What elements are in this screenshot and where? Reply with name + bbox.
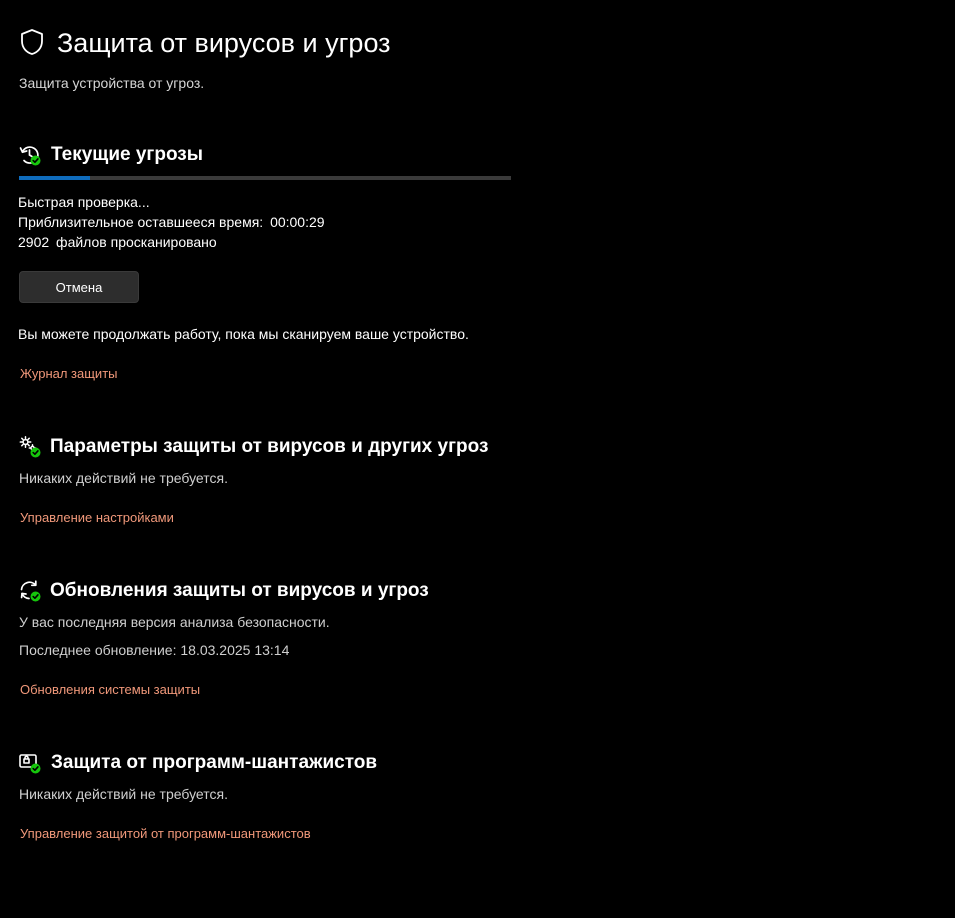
settings-status: Никаких действий не требуется. — [19, 470, 228, 486]
ransomware-section-title: Защита от программ-шантажистов — [51, 752, 378, 773]
gear-check-icon — [19, 436, 41, 458]
scan-progress-fill — [19, 176, 91, 180]
refresh-check-icon — [20, 580, 41, 602]
last-update-text: Последнее обновление: 18.03.2025 13:14 — [19, 642, 290, 658]
history-check-icon — [19, 146, 41, 166]
scan-info-text: Вы можете продолжать работу, пока мы ска… — [18, 326, 469, 342]
cancel-button[interactable]: Отмена — [19, 271, 139, 303]
files-scanned: 2902 файлов просканировано — [18, 232, 217, 252]
time-remaining-value: 00:00:29 — [270, 214, 325, 230]
time-remaining-label: Приблизительное оставшееся время: — [18, 214, 264, 230]
protection-updates-link[interactable]: Обновления системы защиты — [20, 681, 200, 699]
time-remaining: Приблизительное оставшееся время: 00:00:… — [18, 212, 325, 232]
shield-icon — [21, 29, 43, 55]
updates-status: У вас последняя версия анализа безопасно… — [19, 614, 330, 630]
page-title: Защита от вирусов и угроз — [57, 28, 391, 58]
manage-ransomware-link[interactable]: Управление защитой от программ-шантажист… — [20, 825, 311, 843]
files-scanned-count: 2902 — [18, 234, 50, 250]
scan-status: Быстрая проверка... — [18, 194, 150, 210]
page-subtitle: Защита устройства от угроз. — [19, 75, 205, 91]
scan-progress-bar — [19, 176, 511, 180]
ransomware-check-icon — [19, 754, 41, 774]
files-scanned-label: файлов просканировано — [56, 234, 217, 250]
settings-section-title: Параметры защиты от вирусов и других угр… — [50, 436, 489, 457]
protection-history-link[interactable]: Журнал защиты — [20, 365, 118, 383]
updates-section-title: Обновления защиты от вирусов и угроз — [50, 580, 429, 601]
current-threats-title: Текущие угрозы — [51, 144, 203, 165]
cancel-button-label: Отмена — [55, 279, 103, 295]
manage-settings-link[interactable]: Управление настройками — [20, 509, 174, 527]
ransomware-status: Никаких действий не требуется. — [19, 786, 228, 802]
